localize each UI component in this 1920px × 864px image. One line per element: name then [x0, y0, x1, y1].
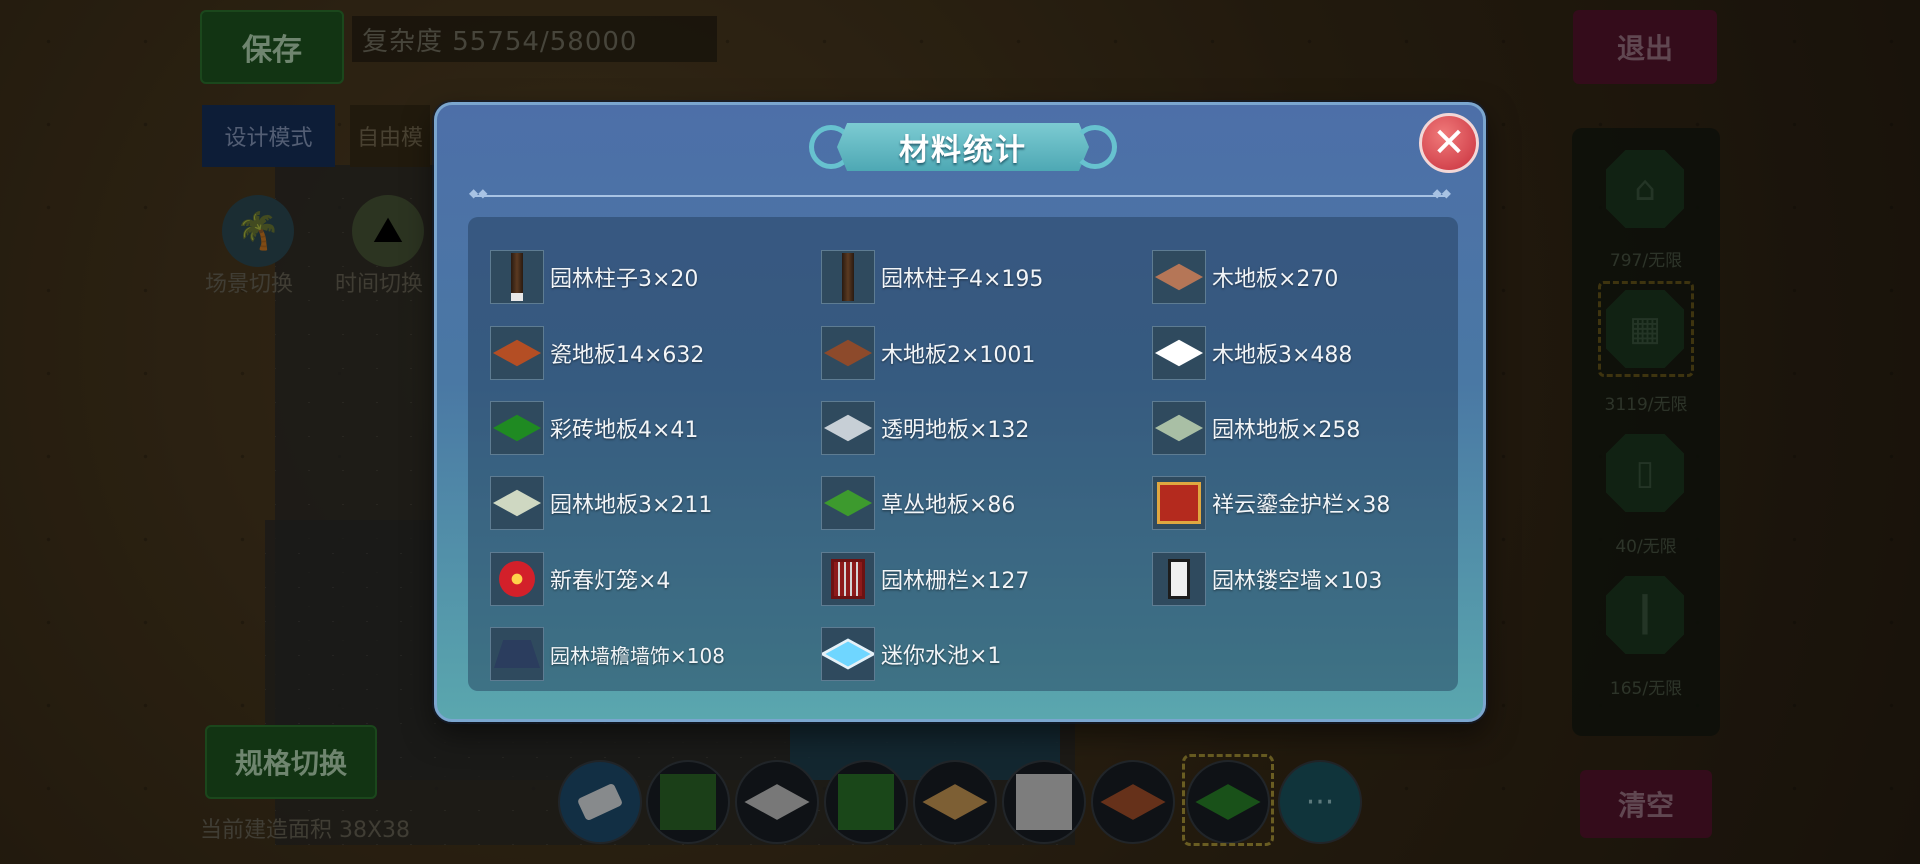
- title-divider: [469, 186, 1451, 200]
- material-label: 园林墙檐墙饰×108: [550, 643, 725, 668]
- dialog-title: 材料统计: [899, 133, 1027, 168]
- material-item: 园林栅栏×127: [821, 551, 1029, 607]
- material-label: 草丛地板×86: [881, 493, 1016, 518]
- material-label: 新春灯笼×4: [550, 569, 671, 594]
- material-item: 园林地板×258: [1152, 400, 1360, 456]
- lantern-icon: [499, 561, 535, 597]
- wood-floor-icon: [1154, 263, 1204, 291]
- material-item: 园林柱子4×195: [821, 249, 1043, 305]
- fence-icon: [831, 559, 865, 599]
- material-label: 园林镂空墙×103: [1212, 569, 1383, 594]
- transparent-floor-icon: [823, 414, 873, 442]
- material-item: 木地板3×488: [1152, 325, 1352, 381]
- garden-floor-icon: [1154, 414, 1204, 442]
- material-item: 木地板2×1001: [821, 325, 1035, 381]
- material-label: 木地板×270: [1212, 267, 1339, 292]
- green-tile-icon: [492, 414, 542, 442]
- material-label: 透明地板×132: [881, 418, 1030, 443]
- material-label: 园林栅栏×127: [881, 569, 1030, 594]
- ceramic-floor-icon: [492, 339, 542, 367]
- material-item: 园林柱子3×20: [490, 249, 698, 305]
- close-icon: ✕: [1432, 120, 1466, 166]
- material-item: 透明地板×132: [821, 400, 1029, 456]
- material-label: 彩砖地板4×41: [550, 418, 699, 443]
- wood-floor-icon: [823, 339, 873, 367]
- pillar-icon: [842, 253, 854, 301]
- material-label: 园林柱子4×195: [881, 267, 1044, 292]
- material-item: 园林墙檐墙饰×108: [490, 626, 725, 682]
- grass-floor-icon: [823, 489, 873, 517]
- material-label: 祥云鎏金护栏×38: [1212, 493, 1391, 518]
- garden-floor-icon: [492, 489, 542, 517]
- material-item: 草丛地板×86: [821, 475, 1015, 531]
- material-label: 园林地板×258: [1212, 418, 1361, 443]
- material-item: 木地板×270: [1152, 249, 1338, 305]
- material-list: 园林柱子3×20 园林柱子4×195 木地板×270 瓷地板14×632 木地板…: [468, 217, 1458, 691]
- material-item: 祥云鎏金护栏×38: [1152, 475, 1390, 531]
- material-label: 园林柱子3×20: [550, 267, 699, 292]
- material-item: 新春灯笼×4: [490, 551, 670, 607]
- lattice-wall-icon: [1168, 559, 1190, 599]
- pillar-icon: [511, 253, 523, 301]
- pool-icon: [822, 638, 874, 670]
- dialog-title-banner: 材料统计: [807, 119, 1119, 175]
- material-label: 瓷地板14×632: [550, 343, 705, 368]
- eave-decoration-icon: [494, 640, 540, 668]
- close-button[interactable]: ✕: [1419, 113, 1479, 173]
- material-item: 瓷地板14×632: [490, 325, 704, 381]
- material-item: 园林镂空墙×103: [1152, 551, 1382, 607]
- cloud-ornament-icon: [1073, 125, 1117, 169]
- material-item: 迷你水池×1: [821, 626, 1001, 682]
- white-floor-icon: [1154, 339, 1204, 367]
- material-item: 彩砖地板4×41: [490, 400, 698, 456]
- railing-icon: [1157, 482, 1201, 524]
- material-label: 木地板2×1001: [881, 343, 1036, 368]
- material-label: 迷你水池×1: [881, 644, 1002, 669]
- material-item: 园林地板3×211: [490, 475, 712, 531]
- material-label: 园林地板3×211: [550, 493, 713, 518]
- material-label: 木地板3×488: [1212, 343, 1353, 368]
- material-stats-dialog: 材料统计 ✕ 园林柱子3×20 园林柱子4×195 木地板×270 瓷地板14×…: [434, 102, 1486, 722]
